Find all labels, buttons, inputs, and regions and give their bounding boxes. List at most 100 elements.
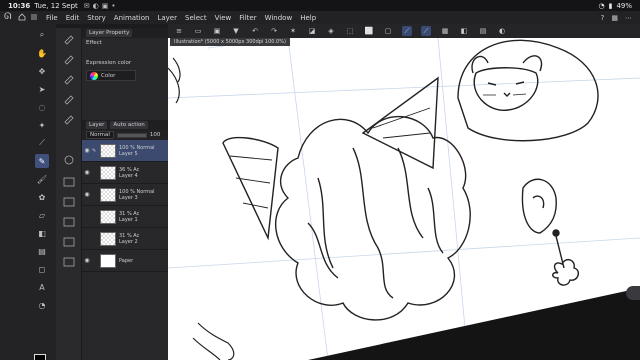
move-layer-icon[interactable]: ✥ <box>35 64 49 78</box>
cone-left <box>222 136 279 241</box>
fill-icon[interactable]: ◈ <box>326 26 336 36</box>
clear-icon[interactable]: ◪ <box>307 26 317 36</box>
panel-tabbar: Layer Property <box>82 28 168 38</box>
layer-row-paper[interactable]: ◉ Paper <box>82 250 168 272</box>
canvas-side-handle[interactable] <box>626 286 640 300</box>
grid-icon[interactable]: ▦ <box>611 14 618 22</box>
layer-row-layer5[interactable]: ◉ ✎ 100 % Normal Layer 5 <box>82 140 168 162</box>
more-icon[interactable]: ⋯ <box>625 14 632 22</box>
status-time: 10:36 <box>8 1 31 10</box>
visibility-eye-icon[interactable]: ◉ <box>82 169 92 176</box>
figure-icon[interactable]: ◻ <box>35 262 49 276</box>
decoration-icon[interactable]: ✿ <box>35 190 49 204</box>
lasso-icon[interactable]: ◌ <box>35 100 49 114</box>
document-tab[interactable]: Illustration* (5000 x 5000px 300dpi 100.… <box>170 38 290 46</box>
status-date: Tue, 12 Sept <box>34 1 78 10</box>
operation-icon[interactable]: ➤ <box>35 82 49 96</box>
undo-icon[interactable]: ↶ <box>250 26 260 36</box>
drawing-canvas[interactable] <box>168 38 640 360</box>
menu-file[interactable]: File <box>42 14 62 22</box>
layer-row-layer4[interactable]: ◉ 36 % Ac Layer 4 <box>82 162 168 184</box>
home-icon[interactable] <box>18 13 26 21</box>
hand-icon[interactable]: ✋ <box>35 46 49 60</box>
menu-help[interactable]: Help <box>296 14 320 22</box>
layer-thumbnail <box>100 187 116 202</box>
blend-mode-bar: Normal 100 <box>82 130 168 140</box>
pen-icon[interactable]: ✎ <box>35 154 49 168</box>
snap-special-icon[interactable]: ⟋ <box>421 26 431 36</box>
battery-label: 49% <box>616 1 632 10</box>
snap-ruler-icon[interactable]: ⟋ <box>402 26 412 36</box>
menu-filter[interactable]: Filter <box>235 14 260 22</box>
sparkle-icon[interactable]: ✶ <box>288 26 298 36</box>
save-icon[interactable]: ▼ <box>231 26 241 36</box>
line-art <box>168 38 640 360</box>
balloon-icon[interactable]: ◔ <box>35 298 49 312</box>
layer-sub-icon <box>63 237 75 247</box>
main-color-chip[interactable] <box>34 354 46 360</box>
layer-name: Layer 5 <box>119 150 138 157</box>
text-icon[interactable]: A <box>35 280 49 294</box>
layer-row-layer1[interactable]: 31 % Ac Layer 1 <box>82 206 168 228</box>
eraser-icon[interactable]: ▱ <box>35 208 49 222</box>
grid-view-icon[interactable]: ▤ <box>478 26 488 36</box>
sub-tool-icons[interactable] <box>56 28 82 360</box>
color-chips[interactable] <box>34 354 54 360</box>
expression-color-select[interactable]: Color <box>86 70 136 81</box>
tab-layer-property[interactable]: Layer Property <box>86 29 133 37</box>
layer-name: Layer 1 <box>119 216 138 223</box>
layer-row-layer2[interactable]: 31 % Ac Layer 2 <box>82 228 168 250</box>
menu-window[interactable]: Window <box>261 14 297 22</box>
layer-list: ◉ ✎ 100 % Normal Layer 5 ◉ 36 % Ac Layer 4… <box>82 140 168 272</box>
ear-outline <box>521 178 557 234</box>
zoom-icon[interactable]: ⌕ <box>35 28 49 42</box>
sub-tool-column <box>56 28 82 360</box>
layer-row-layer3[interactable]: ◉ 100 % Normal Layer 3 <box>82 184 168 206</box>
open-icon[interactable]: ▣ <box>212 26 222 36</box>
app-icon: ◐ <box>92 1 99 10</box>
menu-animation[interactable]: Animation <box>110 14 154 22</box>
layer-sub-icon <box>63 197 75 207</box>
view-icon[interactable]: ◧ <box>459 26 469 36</box>
menu-select[interactable]: Select <box>181 14 211 22</box>
menu-icon[interactable]: ≡ <box>174 26 184 36</box>
wifi-icon: ◔ <box>598 1 605 10</box>
opacity-value[interactable]: 100 <box>150 132 161 138</box>
color-icon[interactable]: ◐ <box>497 26 507 36</box>
transform-icon[interactable]: ⬚ <box>345 26 355 36</box>
layer-thumbnail <box>100 253 116 268</box>
menu-edit[interactable]: Edit <box>62 14 84 22</box>
visibility-eye-icon[interactable]: ◉ <box>82 257 92 264</box>
gradient-icon[interactable]: ▤ <box>35 244 49 258</box>
color-wheel-icon <box>90 71 98 80</box>
brush-sub-icon <box>64 95 74 105</box>
eyedropper-icon[interactable]: ⟋ <box>35 136 49 150</box>
menu-view[interactable]: View <box>211 14 236 22</box>
tab-layer[interactable]: Layer <box>86 121 108 129</box>
selection-icon[interactable]: ⬜ <box>364 26 374 36</box>
redo-icon[interactable]: ↷ <box>269 26 279 36</box>
frame-icon[interactable]: ▢ <box>383 26 393 36</box>
help-icon[interactable]: ? <box>601 14 605 22</box>
new-icon[interactable]: ▭ <box>193 26 203 36</box>
visibility-eye-icon[interactable]: ◉ <box>82 147 92 154</box>
hair-strand <box>307 222 339 279</box>
menu-layer[interactable]: Layer <box>153 14 181 22</box>
opacity-slider[interactable] <box>116 132 147 138</box>
canvas-shadow-region <box>308 288 640 360</box>
menu-icon[interactable] <box>30 13 38 21</box>
app-logo-icon[interactable]: ᘏ <box>4 12 16 23</box>
brush-icon[interactable]: 🖌 <box>35 172 49 186</box>
auto-select-icon[interactable]: ✦ <box>35 118 49 132</box>
layer-name: Layer 4 <box>119 172 138 179</box>
menu-story[interactable]: Story <box>83 14 110 22</box>
fill-icon[interactable]: ◧ <box>35 226 49 240</box>
visibility-eye-icon[interactable]: ◉ <box>82 191 92 198</box>
layer-sub-icon <box>63 177 75 187</box>
status-bar: 10:36 Tue, 12 Sept ✉ ◐ ▣ • ◔ ▮ 49% <box>0 0 640 11</box>
blend-mode-select[interactable]: Normal <box>86 131 114 139</box>
snap-grid-icon[interactable]: ▦ <box>440 26 450 36</box>
tab-auto-action[interactable]: Auto action <box>110 121 148 129</box>
tool-palette: ⌕ ✋ ✥ ➤ ◌ ✦ ⟋ ✎ 🖌 ✿ ▱ ◧ ▤ ◻ A ◔ <box>0 24 56 360</box>
app-icon: • <box>111 1 116 10</box>
